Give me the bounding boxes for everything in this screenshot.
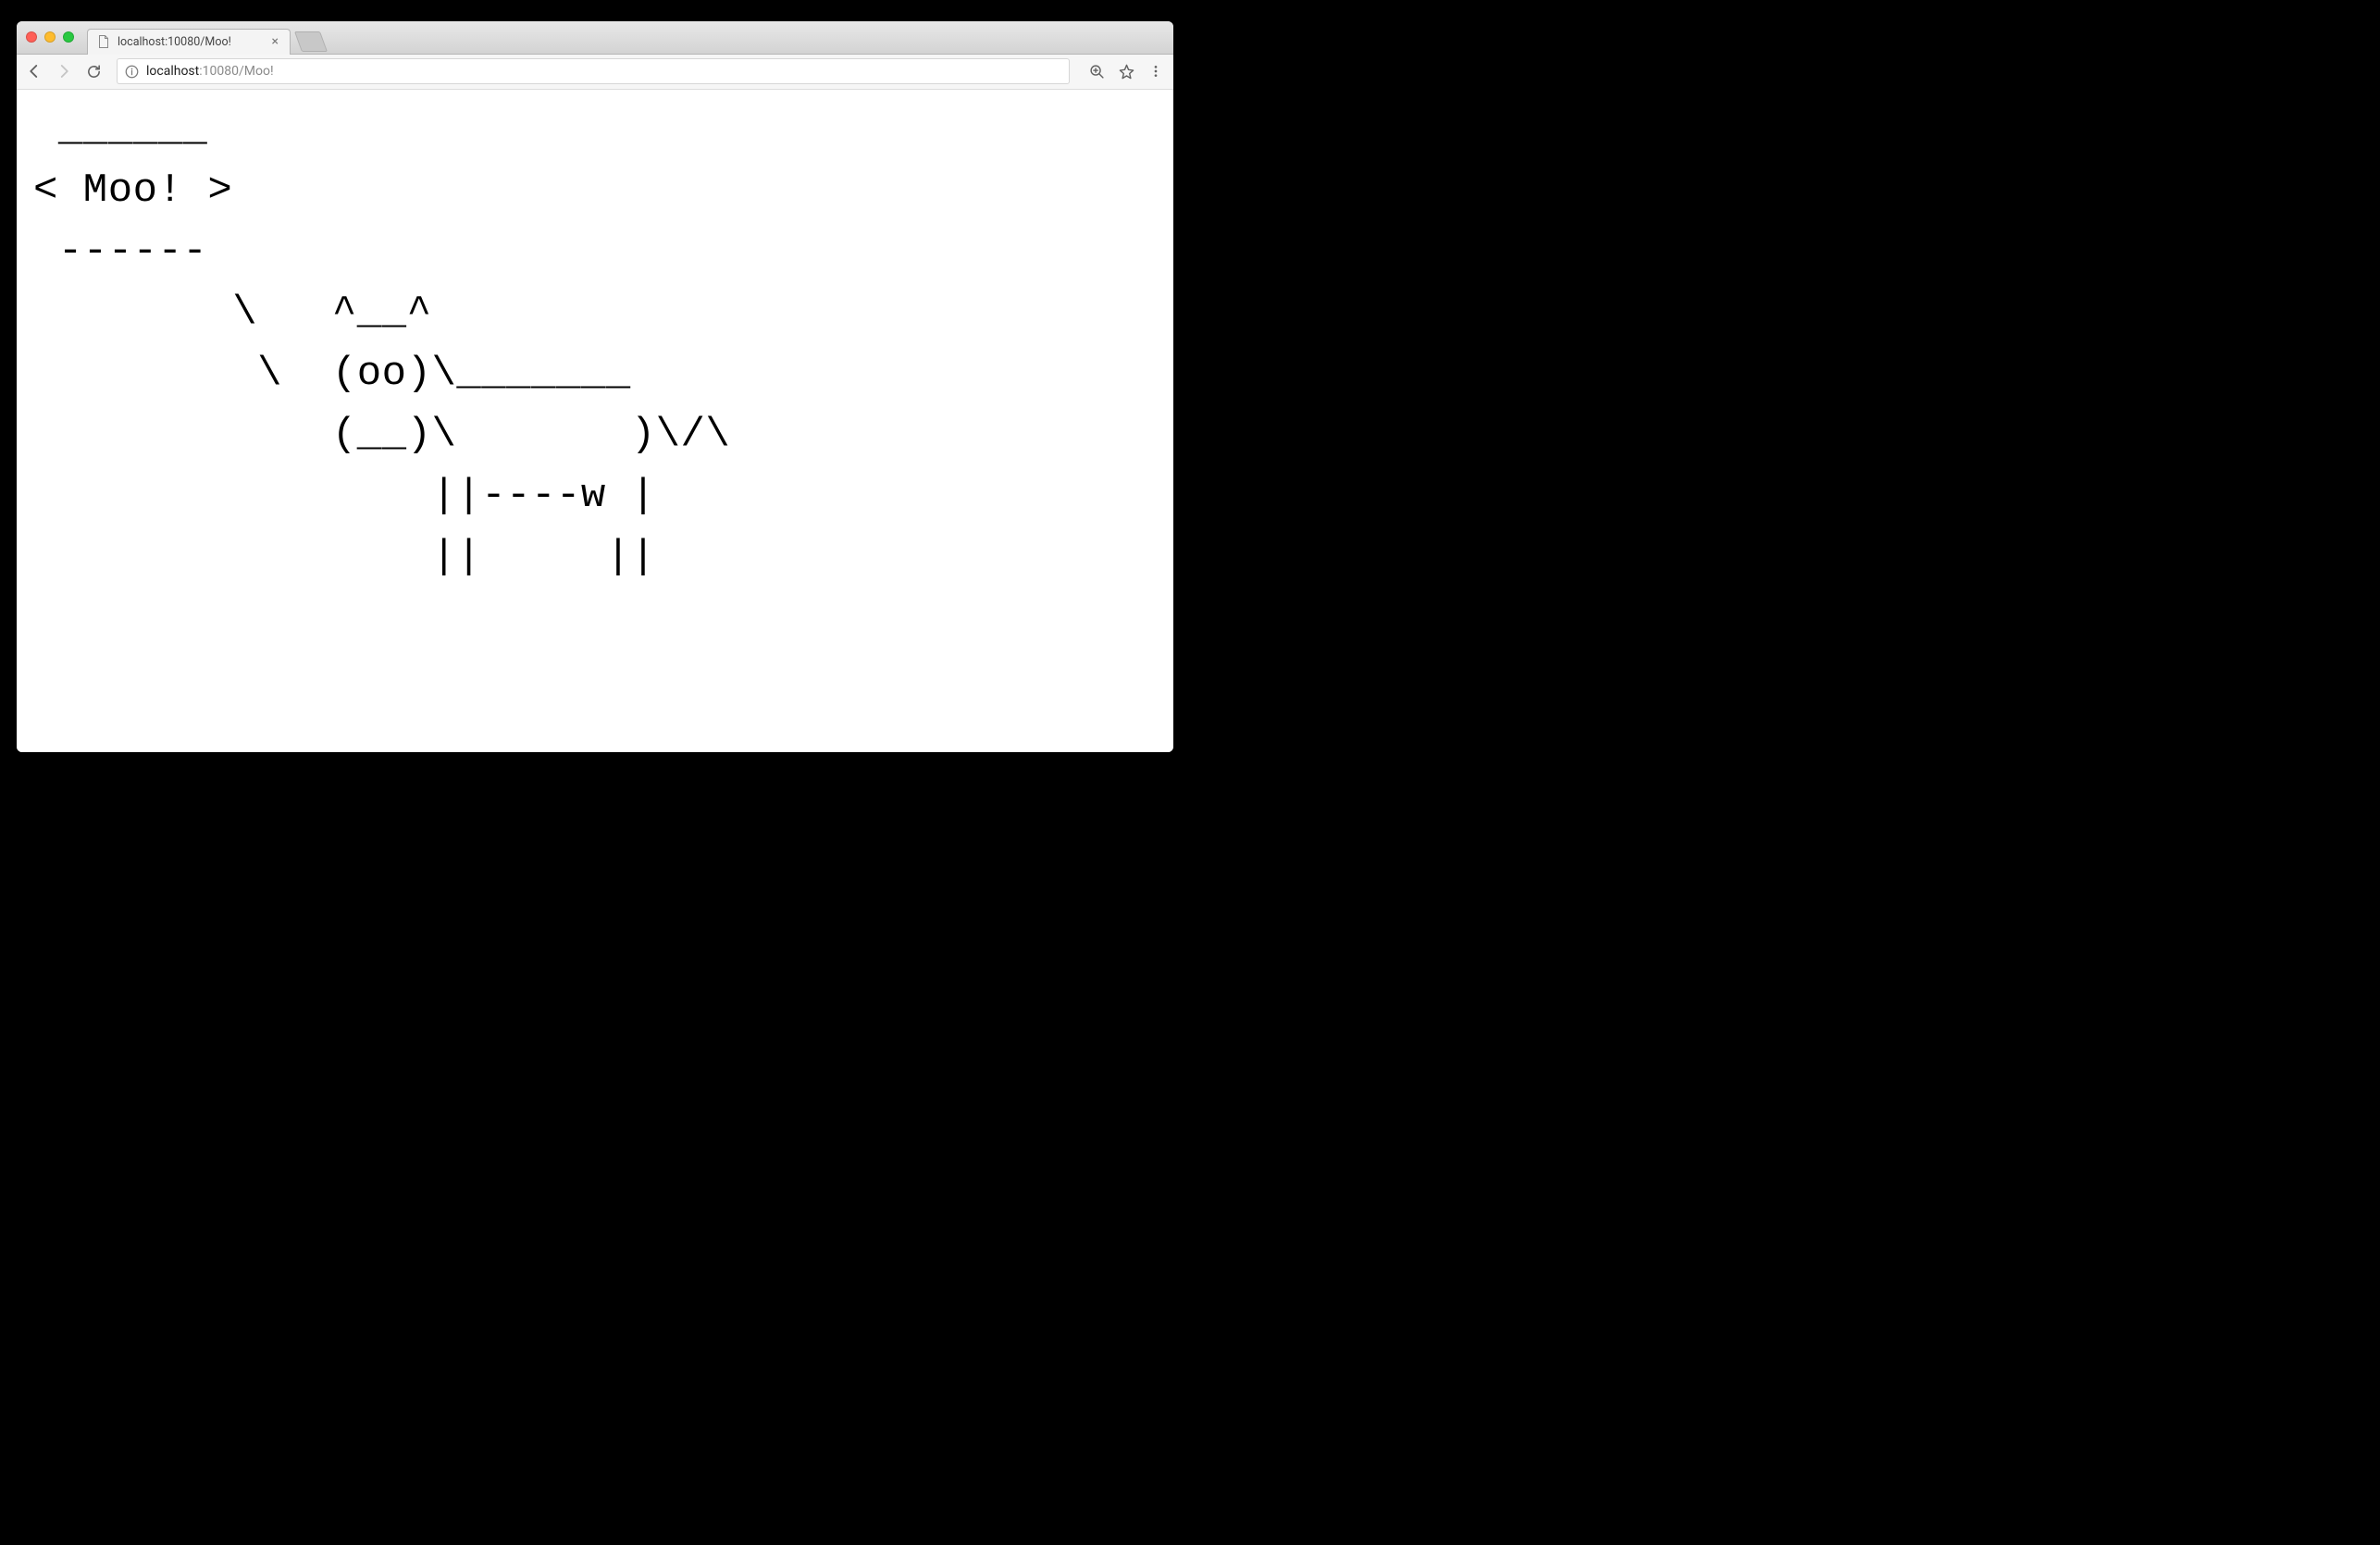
window-titlebar: localhost:10080/Moo! × (17, 21, 1173, 55)
site-info-icon[interactable] (125, 65, 139, 79)
address-bar[interactable]: localhost:10080/Moo! (117, 58, 1070, 84)
tab-bar: localhost:10080/Moo! × (87, 21, 324, 54)
forward-button[interactable] (56, 63, 72, 80)
file-icon (97, 35, 110, 48)
close-tab-icon[interactable]: × (270, 35, 280, 48)
browser-window: localhost:10080/Moo! × localhost:10080 (17, 21, 1173, 752)
window-controls (26, 31, 74, 43)
url-host: localhost (146, 64, 199, 79)
zoom-icon[interactable] (1088, 63, 1105, 80)
reload-button[interactable] (85, 63, 102, 80)
browser-tab[interactable]: localhost:10080/Moo! × (87, 29, 291, 55)
navigation-buttons (26, 63, 102, 80)
new-tab-button[interactable] (294, 31, 328, 52)
browser-toolbar: localhost:10080/Moo! (17, 55, 1173, 90)
url-path: /Moo! (239, 64, 274, 79)
bookmark-star-icon[interactable] (1118, 63, 1134, 80)
url-text: localhost:10080/Moo! (146, 64, 274, 79)
toolbar-right (1088, 63, 1164, 80)
back-button[interactable] (26, 63, 43, 80)
page-content: ______ < Moo! > ------ \ ^__^ \ (oo)\___… (17, 90, 1173, 752)
window-maximize-button[interactable] (63, 31, 74, 43)
tab-title: localhost:10080/Moo! (118, 35, 231, 49)
cowsay-output: ______ < Moo! > ------ \ ^__^ \ (oo)\___… (33, 99, 1157, 587)
window-minimize-button[interactable] (44, 31, 56, 43)
url-port: :10080 (199, 64, 239, 79)
window-close-button[interactable] (26, 31, 37, 43)
menu-icon[interactable] (1147, 63, 1164, 80)
